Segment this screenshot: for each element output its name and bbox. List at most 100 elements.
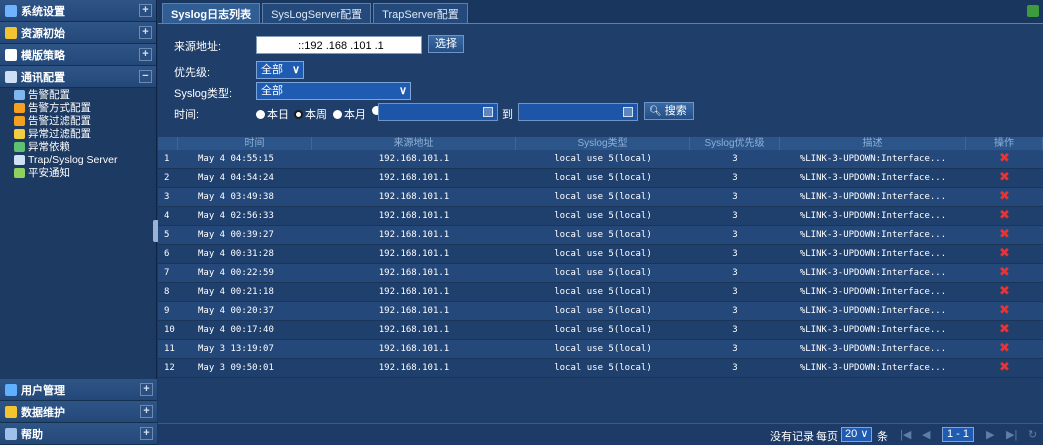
source-address-input[interactable]: ::192 .168 .101 .1	[256, 36, 422, 54]
table-cell: May 4 00:17:40	[198, 325, 274, 335]
expand-icon[interactable]: +	[139, 48, 152, 61]
table-cell: local use 5(local)	[554, 211, 652, 221]
last-page-icon[interactable]: ▶|	[1006, 428, 1017, 441]
table-row[interactable]: 3 May 4 03:49:38 192.168.101.1 local use 5(…	[158, 188, 1043, 207]
column-header: 描述	[780, 137, 966, 150]
delete-icon[interactable]: ✖	[999, 322, 1010, 337]
search-button-label: 搜索	[664, 105, 687, 117]
radio-month[interactable]: 本月	[333, 106, 366, 122]
page-range[interactable]: 1 - 1	[942, 427, 975, 442]
sidebar-section[interactable]: 模版策略 +	[0, 44, 156, 66]
delete-icon[interactable]: ✖	[999, 208, 1010, 223]
per-page-label: 每页	[816, 431, 838, 443]
first-page-icon[interactable]: |◀	[900, 428, 911, 441]
sidebar-section-label: 系统设置	[21, 5, 65, 18]
sidebar-section[interactable]: 通讯配置 −	[0, 66, 156, 88]
sidebar-item[interactable]: 异常过滤配置	[0, 127, 156, 140]
table-cell: 192.168.101.1	[378, 306, 450, 316]
radio-week[interactable]: 本周	[294, 106, 327, 122]
column-header: Syslog类型	[516, 137, 690, 150]
table-row[interactable]: 2 May 4 04:54:24 192.168.101.1 local use 5(…	[158, 169, 1043, 188]
tab[interactable]: TrapServer配置	[373, 3, 468, 23]
table-cell: local use 5(local)	[554, 325, 652, 335]
table-row[interactable]: 6 May 4 00:31:28 192.168.101.1 local use 5(…	[158, 245, 1043, 264]
tab-bar: Syslog日志列表 SysLogServer配置 TrapServer配置	[158, 0, 1043, 24]
table-cell: local use 5(local)	[554, 230, 652, 240]
table-cell: 192.168.101.1	[378, 325, 450, 335]
table-cell: May 4 00:22:59	[198, 268, 274, 278]
table-cell: 3	[732, 287, 738, 297]
expand-icon[interactable]: +	[139, 26, 152, 39]
table-cell: 192.168.101.1	[378, 211, 450, 221]
table-row[interactable]: 8 May 4 00:21:18 192.168.101.1 local use 5(…	[158, 283, 1043, 302]
expand-icon[interactable]: +	[140, 405, 153, 418]
table-cell: local use 5(local)	[554, 173, 652, 183]
table-cell: %LINK-3-UPDOWN:Interface...	[799, 306, 947, 316]
delete-icon[interactable]: ✖	[999, 170, 1010, 185]
delete-icon[interactable]: ✖	[999, 265, 1010, 280]
delete-icon[interactable]: ✖	[999, 227, 1010, 242]
table-row[interactable]: 1 May 4 04:55:15 192.168.101.1 local use 5(…	[158, 150, 1043, 169]
tab[interactable]: Syslog日志列表	[162, 3, 261, 23]
sidebar-section[interactable]: 数据维护 +	[0, 401, 157, 423]
sidebar-section[interactable]: 资源初始 +	[0, 22, 156, 44]
delete-icon[interactable]: ✖	[999, 360, 1010, 375]
priority-select[interactable]: 全部 ∨	[256, 61, 304, 79]
expand-icon[interactable]: +	[140, 427, 153, 440]
sidebar-item-label: Trap/Syslog Server	[28, 153, 118, 166]
select-button[interactable]: 选择	[428, 35, 464, 53]
table-cell: 3	[732, 192, 738, 202]
table-row[interactable]: 9 May 4 00:20:37 192.168.101.1 local use 5(…	[158, 302, 1043, 321]
table-cell: %LINK-3-UPDOWN:Interface...	[799, 344, 947, 354]
sidebar-section-label: 模版策略	[21, 49, 65, 62]
table-row[interactable]: 12 May 3 09:50:01 192.168.101.1 local use 5…	[158, 359, 1043, 378]
start-date-input[interactable]	[378, 103, 498, 121]
next-page-icon[interactable]: ▶	[986, 428, 994, 441]
sidebar-item[interactable]: Trap/Syslog Server	[0, 153, 156, 166]
sidebar-item-label: 异常依赖	[28, 141, 70, 153]
sidebar-section[interactable]: 系统设置 +	[0, 0, 156, 22]
sidebar-top: 系统设置 + 资源初始 + 模版策略 + 通讯配置 − 告警配置 告警方式配置 告警过滤配置 异常过滤…	[0, 0, 156, 179]
section-icon	[5, 427, 17, 440]
delete-icon[interactable]: ✖	[999, 341, 1010, 356]
table-cell: local use 5(local)	[554, 249, 652, 259]
radio-today[interactable]: 本日	[256, 106, 289, 122]
chevron-down-icon: ∨	[398, 85, 407, 97]
table-row[interactable]: 11 May 3 13:19:07 192.168.101.1 local use 5…	[158, 340, 1043, 359]
table-cell: %LINK-3-UPDOWN:Interface...	[799, 268, 947, 278]
syslog-type-value: 全部	[261, 85, 283, 97]
delete-icon[interactable]: ✖	[999, 246, 1010, 261]
delete-icon[interactable]: ✖	[999, 189, 1010, 204]
collapse-icon[interactable]: −	[139, 70, 152, 83]
end-date-input[interactable]	[518, 103, 638, 121]
table-row[interactable]: 4 May 4 02:56:33 192.168.101.1 local use 5(…	[158, 207, 1043, 226]
expand-icon[interactable]: +	[139, 4, 152, 17]
table-row[interactable]: 7 May 4 00:22:59 192.168.101.1 local use 5(…	[158, 264, 1043, 283]
table-row[interactable]: 10 May 4 00:17:40 192.168.101.1 local use 5…	[158, 321, 1043, 340]
syslog-type-select[interactable]: 全部 ∨	[256, 82, 411, 100]
delete-icon[interactable]: ✖	[999, 151, 1010, 166]
sidebar-section[interactable]: 帮助 +	[0, 423, 157, 445]
calendar-icon[interactable]	[623, 107, 633, 117]
search-button[interactable]: 🔍︎ 搜索	[644, 102, 694, 120]
action-cell: ✖	[966, 226, 1043, 244]
calendar-icon[interactable]	[483, 107, 493, 117]
delete-icon[interactable]: ✖	[999, 303, 1010, 318]
prev-page-icon[interactable]: ◀	[922, 428, 930, 441]
per-page-select[interactable]: 20 ∨	[841, 427, 873, 442]
syslog-table: 时间 来源地址 Syslog类型 Syslog优先级 描述 操作 1 May 4 04:55…	[158, 137, 1043, 378]
table-cell: 3	[164, 192, 170, 202]
sidebar-item[interactable]: 异常依赖	[0, 140, 156, 153]
table-cell: %LINK-3-UPDOWN:Interface...	[799, 154, 947, 164]
refresh-icon[interactable]: ↻	[1028, 428, 1037, 441]
help-icon[interactable]	[1027, 5, 1039, 17]
table-row[interactable]: 5 May 4 00:39:27 192.168.101.1 local use 5(…	[158, 226, 1043, 245]
tab[interactable]: SysLogServer配置	[262, 3, 372, 23]
sidebar-section[interactable]: 用户管理 +	[0, 379, 157, 401]
priority-label: 优先级:	[174, 67, 211, 79]
table-header: 时间 来源地址 Syslog类型 Syslog优先级 描述 操作	[158, 137, 1043, 150]
sidebar-item[interactable]: 平安通知	[0, 166, 156, 179]
table-cell: local use 5(local)	[554, 344, 652, 354]
delete-icon[interactable]: ✖	[999, 284, 1010, 299]
expand-icon[interactable]: +	[140, 383, 153, 396]
